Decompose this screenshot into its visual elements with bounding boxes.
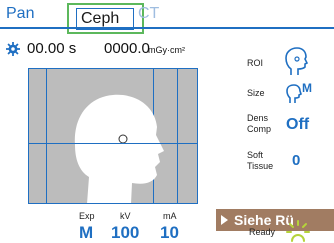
horizontal-guide-line <box>29 143 197 144</box>
exp-label: Exp <box>79 211 95 221</box>
ma-label: mA <box>163 211 177 221</box>
dose-unit: mGy·cm² <box>148 45 185 55</box>
tab-underline <box>0 27 334 29</box>
ceph-positioning-view <box>28 68 198 204</box>
dens-comp-value[interactable]: Off <box>286 116 309 134</box>
exposure-time: 00.00 s <box>27 40 77 57</box>
size-value[interactable]: M <box>302 81 312 95</box>
vertical-guide-line <box>177 69 178 203</box>
ready-icon <box>286 220 310 242</box>
size-head-icon[interactable] <box>286 84 302 104</box>
kv-label: kV <box>120 211 131 221</box>
soft-tissue-label-2: Tissue <box>247 161 274 171</box>
tab-ceph-highlight: Ceph <box>67 3 144 34</box>
dens-comp-label-2: Comp <box>247 124 272 134</box>
soft-tissue-value[interactable]: 0 <box>292 152 300 169</box>
exp-value[interactable]: M <box>79 223 93 243</box>
size-label: Size <box>247 88 265 98</box>
kv-value[interactable]: 100 <box>111 223 139 243</box>
roi-label: ROI <box>247 58 264 68</box>
soft-tissue-label-1: Soft <box>247 150 264 160</box>
head-profile-icon <box>74 94 164 203</box>
ma-value[interactable]: 10 <box>160 223 179 243</box>
dens-comp-label-1: Dens <box>247 113 269 123</box>
tab-ct[interactable]: CT <box>138 4 159 24</box>
dose-value: 0000.0 <box>104 40 150 57</box>
roi-head-icon[interactable] <box>284 47 308 77</box>
gear-icon[interactable] <box>6 42 20 56</box>
ready-label: Ready <box>249 227 276 237</box>
arrow-right-icon <box>221 215 228 225</box>
tab-pan[interactable]: Pan <box>6 4 34 24</box>
